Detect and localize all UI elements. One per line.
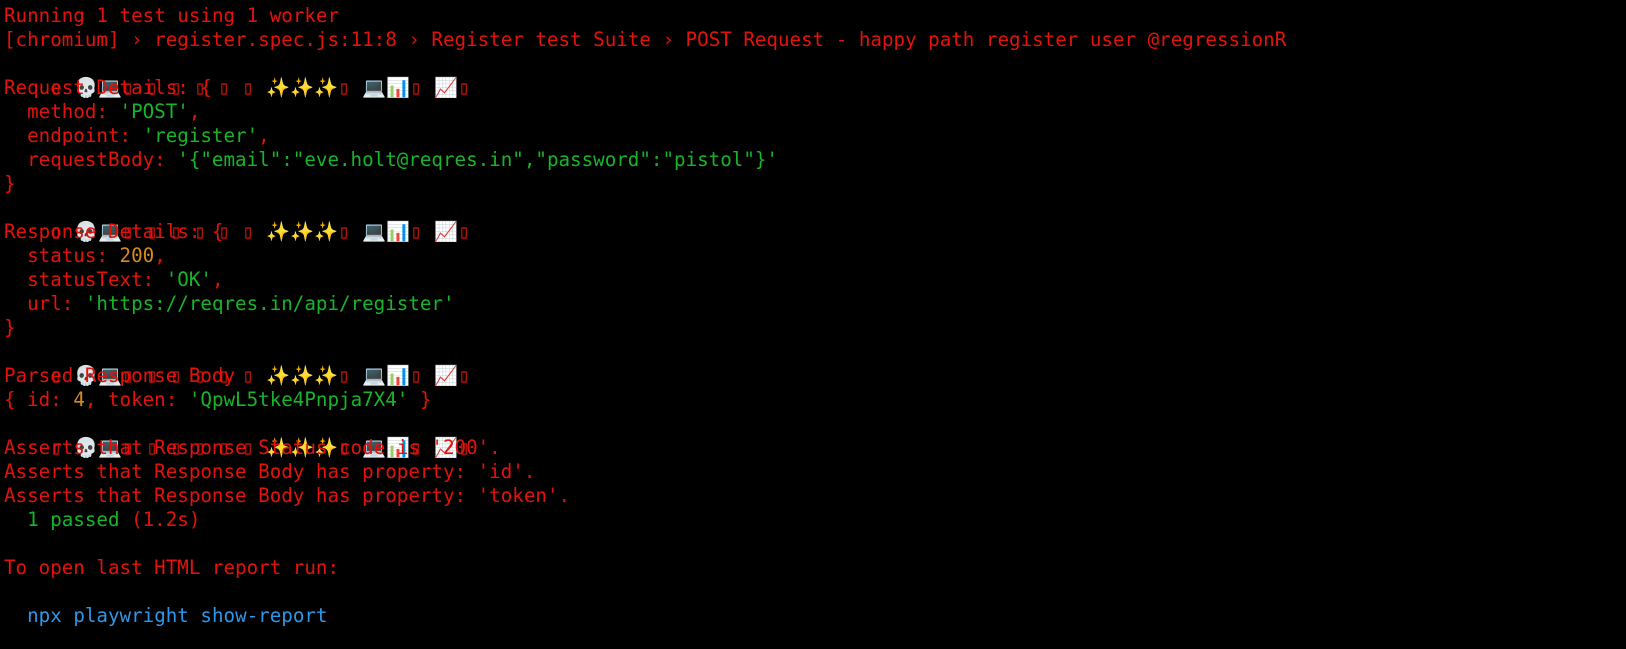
comma: ,	[188, 100, 201, 123]
box-icon: ▯	[410, 76, 422, 99]
assert-line: Asserts that Response Status code is '20…	[4, 436, 501, 459]
request-endpoint: endpoint: 'register',	[4, 124, 1626, 148]
running-text-end: worker	[258, 4, 340, 27]
command-show-report: show-report	[200, 604, 328, 627]
response-close: }	[4, 316, 16, 339]
box-icon: ▯	[338, 364, 350, 387]
line-chart-icon: 📈	[434, 364, 459, 387]
box-icon: ▯	[410, 220, 422, 243]
comma: ,	[258, 124, 270, 147]
box-icon: ▯	[458, 364, 470, 387]
line-chart-icon: 📈	[434, 220, 459, 243]
assert-line: Asserts that Response Body has property:…	[4, 484, 571, 507]
line-chart-icon: 📈	[434, 76, 459, 99]
endpoint-value: 'register'	[142, 124, 259, 147]
sparkles-icon: ✨	[266, 76, 291, 99]
parsed-close: }	[408, 388, 432, 411]
method-key: method:	[4, 100, 120, 123]
sparkles-icon: ✨	[266, 220, 291, 243]
box-icon: ▯	[338, 220, 350, 243]
url-key: url:	[4, 292, 85, 315]
sparkles-icon: ✨	[290, 220, 315, 243]
box-icon: ▯	[338, 76, 350, 99]
sparkles-icon: ✨	[314, 364, 339, 387]
worker-count: 1	[246, 4, 259, 27]
running-text: Running	[4, 4, 97, 27]
comma: ,	[211, 268, 224, 291]
running-text-mid: test using	[107, 4, 247, 27]
box-icon: ▯	[242, 364, 254, 387]
icon-row: ▯ 💀💻▯ ▯ ▯ ▯ ▯ ▯ ✨✨✨▯ 💻📊▯ 📈▯	[4, 52, 1626, 99]
box-icon: ▯	[218, 76, 230, 99]
endpoint-key: endpoint:	[4, 124, 143, 147]
computer-icon: 💻	[362, 76, 387, 99]
statustext-key: statusText:	[4, 268, 166, 291]
passed-line: 1 passed (1.2s)	[4, 508, 1626, 532]
parsed-body: { id: 4, token: 'QpwL5tke4Pnpja7X4' }	[4, 388, 1626, 412]
bar-chart-icon: 📊	[386, 364, 411, 387]
response-url: url: 'https://reqres.in/api/register'	[4, 292, 1626, 316]
request-body: requestBody: '{"email":"eve.holt@reqres.…	[4, 148, 1626, 172]
box-icon: ▯	[410, 364, 422, 387]
report-hint: To open last HTML report run:	[4, 556, 340, 579]
command-npx: npx	[27, 604, 62, 627]
box-icon: ▯	[458, 220, 470, 243]
parsed-id-value: 4	[73, 388, 85, 411]
sparkles-icon: ✨	[314, 76, 339, 99]
box-icon: ▯	[242, 220, 254, 243]
request-close: }	[4, 172, 16, 195]
icon-row: ▯ 💀💻▯ ▯ ▯ ▯ ▯ ▯ ✨✨✨▯ 💻📊▯ 📈▯	[4, 340, 1626, 387]
icon-row: ▯ 💀💻▯ ▯ ▯ ▯ ▯ ▯ ✨✨✨▯ 💻📊▯ 📈▯	[4, 412, 1626, 459]
sparkles-icon: ✨	[266, 364, 291, 387]
computer-icon: 💻	[362, 364, 387, 387]
sparkles-icon: ✨	[314, 220, 339, 243]
response-status: status: 200,	[4, 244, 1626, 268]
parsed-token-value: 'QpwL5tke4Pnpja7X4'	[188, 388, 409, 411]
test-count: 1	[96, 4, 108, 27]
request-method: method: 'POST',	[4, 100, 1626, 124]
assert-line: Asserts that Response Body has property:…	[4, 460, 536, 483]
request-body-key: requestBody:	[4, 148, 178, 171]
comma: ,	[154, 244, 166, 267]
running-line: Running 1 test using 1 worker	[4, 4, 1626, 28]
icon-row: ▯ 💀💻▯ ▯ ▯ ▯ ▯ ▯ ✨✨✨▯ 💻📊▯ 📈▯	[4, 196, 1626, 243]
parsed-open: { id:	[4, 388, 74, 411]
bar-chart-icon: 📊	[386, 76, 411, 99]
status-value: 200	[119, 244, 155, 267]
parsed-token-key: , token:	[84, 388, 189, 411]
sparkles-icon: ✨	[290, 76, 315, 99]
bar-chart-icon: 📊	[386, 220, 411, 243]
statustext-value: 'OK'	[165, 268, 212, 291]
computer-icon: 💻	[362, 220, 387, 243]
test-title: [chromium] › register.spec.js:11:8 › Reg…	[4, 28, 1287, 51]
command-playwright: playwright	[73, 604, 189, 627]
show-report-command[interactable]: npx playwright show-report	[4, 604, 1626, 628]
url-value: 'https://reqres.in/api/register'	[84, 292, 455, 315]
terminal-window: Running 1 test using 1 worker [chromium]…	[0, 0, 1626, 628]
status-key: status:	[4, 244, 120, 267]
box-icon: ▯	[242, 76, 254, 99]
passed-text: 1 passed	[4, 508, 132, 531]
request-body-value: '{"email":"eve.holt@reqres.in","password…	[177, 148, 778, 171]
sparkles-icon: ✨	[290, 364, 315, 387]
method-value: 'POST'	[119, 100, 189, 123]
response-statustext: statusText: 'OK',	[4, 268, 1626, 292]
box-icon: ▯	[458, 76, 470, 99]
passed-time: (1.2s)	[131, 508, 201, 531]
